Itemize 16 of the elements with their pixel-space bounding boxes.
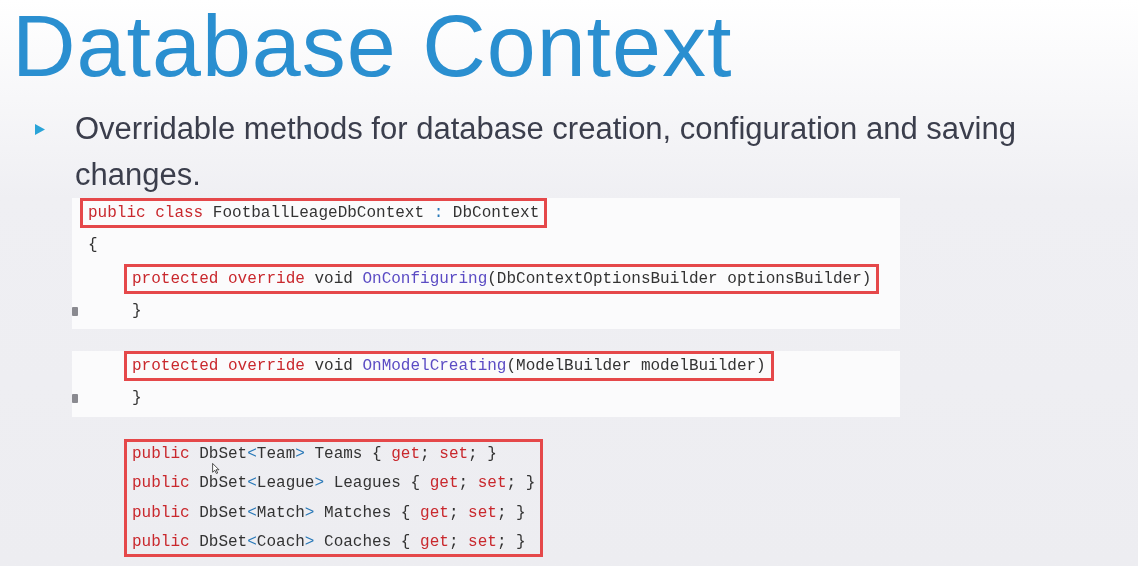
fold-marker-icon[interactable] [72, 394, 78, 403]
code-line: protected override void OnModelCreating(ModelBuilder modelBuilder) [132, 357, 766, 375]
fold-marker-icon[interactable] [72, 306, 78, 316]
code-line: public DbSet<League> Leagues { get; set; } [132, 474, 536, 492]
code-line: public DbSet<Coach> Coaches { get; set; } [132, 533, 527, 551]
mouse-cursor-icon [212, 463, 220, 474]
code-line: public DbSet<Team> Teams { get; set; } [132, 444, 498, 463]
code-line: public DbSet<Match> Matches { get; set; } [132, 503, 527, 522]
code-line: } [132, 296, 142, 326]
code-line: public class FootballLeageDbContext : DbContext [88, 204, 540, 222]
bullet-text: Overridable methods for database creation, configuration and saving changes. [75, 110, 1017, 194]
bullet-triangle-icon [35, 124, 45, 135]
code-line: } [132, 384, 142, 414]
code-line: protected override void OnConfiguring(DbContextOptionsBuilder optionsBuilder) [132, 269, 872, 288]
slide-title: Database Context [11, 0, 734, 92]
code-line: { [88, 235, 98, 256]
